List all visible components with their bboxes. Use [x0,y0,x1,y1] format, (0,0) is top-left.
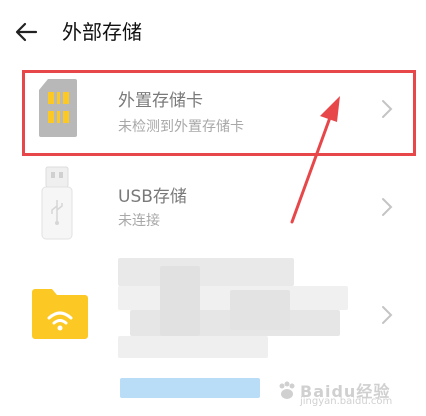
paw-logo-icon [279,381,295,399]
watermark: Baidu经验 jingyan.baidu.com [274,376,414,410]
watermark-url: jingyan.baidu.com [300,396,393,407]
annotation-arrow [290,96,340,224]
